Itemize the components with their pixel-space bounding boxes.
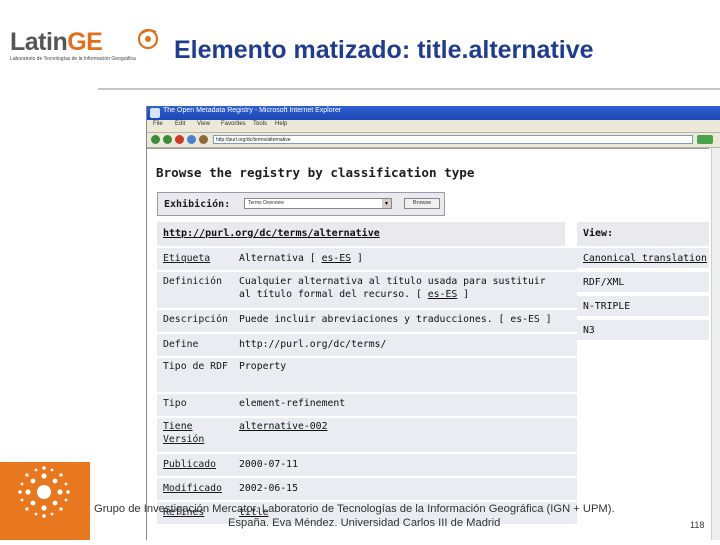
browser-window-title: The Open Metadata Registry - Microsoft I… bbox=[163, 107, 342, 114]
value-text: Cualquier alternativa al título usada pa… bbox=[239, 276, 546, 300]
browser-menubar: File Edit View Favorites Tools Help bbox=[147, 120, 720, 133]
view-panel: View: Canonical translation RDF/XML N-TR… bbox=[577, 222, 709, 342]
row-value: http://purl.org/dc/terms/ bbox=[239, 339, 387, 350]
logo-subtitle: Laboratorio de Tecnologías de la Informa… bbox=[10, 56, 136, 62]
table-row: Publicado 2000-07-11 bbox=[157, 454, 577, 476]
footer-credit-line1: Grupo de Investigación Mercator. Laborat… bbox=[94, 503, 615, 515]
row-value: element-refinement bbox=[239, 398, 346, 409]
value-suffix: ] bbox=[351, 253, 363, 264]
version-link[interactable]: alternative-002 bbox=[239, 421, 571, 434]
menu-help[interactable]: Help bbox=[275, 121, 287, 127]
row-key-definicion: Definición bbox=[163, 276, 222, 287]
table-row: Define http://purl.org/dc/terms/ bbox=[157, 334, 577, 356]
back-icon[interactable] bbox=[151, 135, 160, 144]
view-link[interactable]: Canonical translation bbox=[583, 253, 707, 264]
page-top-border bbox=[147, 148, 709, 149]
row-key-etiqueta[interactable]: Etiqueta bbox=[163, 253, 233, 266]
vertical-scrollbar[interactable] bbox=[711, 148, 720, 540]
table-row: Tipo element-refinement bbox=[157, 394, 577, 416]
slide-title: Elemento matizado: title.alternative bbox=[174, 36, 594, 64]
row-value: Alternativa [ es-ES ] bbox=[239, 253, 571, 266]
table-row: Modificado 2002-06-15 bbox=[157, 478, 577, 500]
term-uri-link[interactable]: http://purl.org/dc/terms/alternative bbox=[163, 228, 380, 239]
row-value: Puede incluir abreviaciones y traduccion… bbox=[239, 314, 552, 325]
browser-toolbar: http://purl.org/dc/terms/alternative bbox=[147, 133, 720, 148]
row-value: Cualquier alternativa al título usada pa… bbox=[239, 276, 563, 301]
lang-link[interactable]: es-ES bbox=[428, 289, 458, 300]
view-item-rdf-xml[interactable]: RDF/XML bbox=[577, 270, 709, 292]
footer-credit-line2: España. Eva Méndez. Universidad Carlos I… bbox=[228, 517, 501, 529]
registry-heading: Browse the registry by classification ty… bbox=[156, 165, 475, 180]
view-header: View: bbox=[577, 222, 709, 246]
ie-app-icon bbox=[150, 108, 160, 118]
table-row: Definición Cualquier alternativa al títu… bbox=[157, 272, 577, 308]
menu-view[interactable]: View bbox=[197, 121, 210, 127]
row-key-define: Define bbox=[163, 339, 199, 350]
browser-screenshot: The Open Metadata Registry - Microsoft I… bbox=[146, 106, 720, 540]
view-item-n-triple[interactable]: N-TRIPLE bbox=[577, 294, 709, 316]
menu-file[interactable]: File bbox=[153, 121, 163, 127]
logo-word-left: Latin bbox=[10, 28, 68, 56]
header-divider bbox=[98, 88, 720, 90]
address-bar[interactable]: http://purl.org/dc/terms/alternative bbox=[213, 135, 693, 144]
table-row: Tipo de RDF Property bbox=[157, 358, 577, 392]
row-key-modificado[interactable]: Modificado bbox=[163, 483, 233, 496]
refresh-icon[interactable] bbox=[187, 135, 196, 144]
forward-icon[interactable] bbox=[163, 135, 172, 144]
exhibition-selected-value: Terms Overview bbox=[248, 200, 284, 206]
table-row: Tiene Versión alternative-002 bbox=[157, 418, 577, 452]
table-row: Etiqueta Alternativa [ es-ES ] bbox=[157, 248, 577, 270]
sun-dots-icon bbox=[18, 466, 70, 518]
view-link[interactable]: RDF/XML bbox=[583, 277, 624, 288]
value-text: Alternativa [ bbox=[239, 253, 322, 264]
row-key-tipo: Tipo bbox=[163, 398, 187, 409]
table-row: Descripción Puede incluir abreviaciones … bbox=[157, 310, 577, 332]
view-link[interactable]: N3 bbox=[583, 325, 595, 336]
footer-logo bbox=[0, 462, 90, 540]
menu-tools[interactable]: Tools bbox=[253, 121, 267, 127]
view-item-canonical[interactable]: Canonical translation bbox=[577, 246, 709, 268]
row-value: 2000-07-11 bbox=[239, 459, 298, 470]
latingeo-logo: LatinGE Laboratorio de Tecnologías de la… bbox=[8, 24, 159, 64]
go-icon[interactable] bbox=[697, 135, 713, 144]
exhibition-select[interactable]: Terms Overview ▾ bbox=[244, 198, 392, 209]
view-item-n3[interactable]: N3 bbox=[577, 318, 709, 340]
row-value: 2002-06-15 bbox=[239, 483, 298, 494]
menu-edit[interactable]: Edit bbox=[175, 121, 185, 127]
row-value: Property bbox=[239, 361, 287, 372]
logo-word-right: GE bbox=[67, 28, 103, 56]
row-key-publicado[interactable]: Publicado bbox=[163, 459, 233, 472]
browser-titlebar: The Open Metadata Registry - Microsoft I… bbox=[147, 106, 720, 120]
stop-icon[interactable] bbox=[175, 135, 184, 144]
value-suffix: ] bbox=[457, 288, 470, 300]
row-key-tipo-rdf: Tipo de RDF bbox=[163, 361, 228, 372]
logo-wordmark: LatinGE bbox=[10, 28, 103, 57]
term-uri-header: http://purl.org/dc/terms/alternative bbox=[157, 222, 565, 246]
exhibition-label: Exhibición: bbox=[164, 199, 231, 210]
exhibition-form: Exhibición: Terms Overview ▾ Browse bbox=[157, 192, 445, 216]
view-link[interactable]: N-TRIPLE bbox=[583, 301, 630, 312]
browse-button[interactable]: Browse bbox=[404, 198, 440, 209]
menu-favorites[interactable]: Favorites bbox=[221, 121, 246, 127]
home-icon[interactable] bbox=[199, 135, 208, 144]
row-key-descripcion: Descripción bbox=[163, 314, 228, 325]
row-key-tiene-version[interactable]: Tiene Versión bbox=[163, 421, 233, 446]
chevron-down-icon[interactable]: ▾ bbox=[382, 199, 391, 208]
page-number: 118 bbox=[690, 520, 705, 530]
lang-link[interactable]: es-ES bbox=[322, 253, 352, 264]
globe-swirl-icon bbox=[137, 28, 159, 50]
view-label: View: bbox=[583, 228, 614, 239]
